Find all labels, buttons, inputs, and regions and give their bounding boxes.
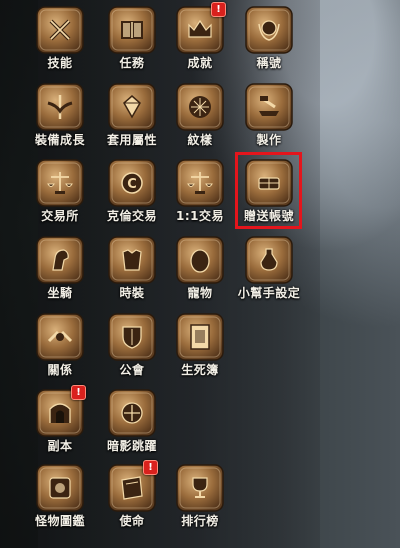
menu-item-label: 技能	[47, 56, 73, 70]
menu-item-diamond-trade[interactable]: C 克倫交易	[96, 155, 168, 231]
coin-c-icon: C	[106, 157, 158, 209]
menu-item-label: 製作	[256, 133, 282, 147]
menu-item-fashion[interactable]: 時裝	[96, 232, 168, 308]
book-icon	[106, 4, 158, 56]
menu-item-patterns[interactable]: 紋樣	[164, 79, 236, 155]
notification-badge: !	[143, 460, 158, 475]
scales-icon	[34, 157, 86, 209]
balance-icon	[174, 157, 226, 209]
menu-item-dungeon[interactable]: ! 副本	[24, 385, 96, 461]
menu-item-equip-growth[interactable]: 裝備成長	[24, 79, 96, 155]
menu-item-life-death-book[interactable]: 生死簿	[164, 309, 236, 385]
menu-item-guild[interactable]: 公會	[96, 309, 168, 385]
menu-item-crafting[interactable]: 製作	[233, 79, 305, 155]
horse-head-icon	[34, 234, 86, 286]
potion-crest-icon	[243, 234, 295, 286]
menu-item-titles[interactable]: 稱號	[233, 2, 305, 78]
menu-item-label: 克倫交易	[106, 209, 157, 223]
menu-item-helper-settings[interactable]: 小幫手設定	[233, 232, 305, 308]
menu-item-label: 交易所	[41, 209, 79, 223]
menu-item-relations[interactable]: 關係	[24, 309, 96, 385]
menu-item-label: 怪物圖鑑	[34, 514, 85, 528]
menu-item-label: 坐騎	[47, 286, 73, 300]
shield-banner-icon	[106, 311, 158, 363]
menu-item-pets[interactable]: 寵物	[164, 232, 236, 308]
compass-gate-icon	[106, 387, 158, 439]
menu-item-label: 時裝	[119, 286, 145, 300]
menu-item-label: 公會	[119, 363, 145, 377]
trophy-icon	[174, 462, 226, 514]
menu-item-achievements[interactable]: ! 成就	[164, 2, 236, 78]
gem-icon	[106, 81, 158, 133]
menu-item-label: 套用屬性	[106, 133, 157, 147]
menu-item-mission[interactable]: ! 使命	[96, 460, 168, 536]
pattern-disc-icon	[174, 81, 226, 133]
menu-item-mount[interactable]: 坐騎	[24, 232, 96, 308]
menu-item-label: 寵物	[187, 286, 213, 300]
notification-badge: !	[71, 385, 86, 400]
menu-item-label: 關係	[47, 363, 73, 377]
menu-item-quests[interactable]: 任務	[96, 2, 168, 78]
winged-sword-icon	[34, 81, 86, 133]
ledger-icon	[174, 311, 226, 363]
menu-item-codex[interactable]: 怪物圖鑑	[24, 460, 96, 536]
svg-text:C: C	[127, 177, 137, 192]
menu-item-label: 任務	[119, 56, 145, 70]
notification-badge: !	[211, 2, 226, 17]
menu-item-one-on-one-trade[interactable]: 1:1交易	[164, 155, 236, 231]
menu-item-label: 成就	[187, 56, 213, 70]
laurel-emblem-icon	[243, 4, 295, 56]
menu-item-label: 紋樣	[187, 133, 213, 147]
armor-icon	[106, 234, 158, 286]
menu-item-ranking[interactable]: 排行榜	[164, 460, 236, 536]
menu-item-label: 使命	[119, 514, 145, 528]
egg-icon	[174, 234, 226, 286]
menu-item-label: 裝備成長	[34, 133, 85, 147]
monster-book-icon	[34, 462, 86, 514]
menu-grid: 技能 任務 ! 成就 稱號 裝備成長 套用屬性 紋樣 製作 交易所 C 克倫交易…	[0, 0, 400, 548]
handshake-icon	[34, 311, 86, 363]
menu-item-label: 排行榜	[181, 514, 219, 528]
crossed-swords-icon	[34, 4, 86, 56]
menu-item-skills[interactable]: 技能	[24, 2, 96, 78]
anvil-hammer-icon	[243, 81, 295, 133]
menu-item-label: 生死簿	[181, 363, 219, 377]
menu-item-label: 小幫手設定	[237, 286, 301, 300]
menu-item-label: 稱號	[256, 56, 282, 70]
menu-item-exchange[interactable]: 交易所	[24, 155, 96, 231]
menu-item-label: 1:1交易	[176, 209, 224, 223]
menu-item-set-attributes[interactable]: 套用屬性	[96, 79, 168, 155]
menu-item-label: 副本	[47, 439, 73, 453]
menu-item-shadow-dungeon[interactable]: 暗影跳躍	[96, 385, 168, 461]
menu-item-label: 暗影跳躍	[106, 439, 157, 453]
selection-highlight	[235, 152, 302, 229]
